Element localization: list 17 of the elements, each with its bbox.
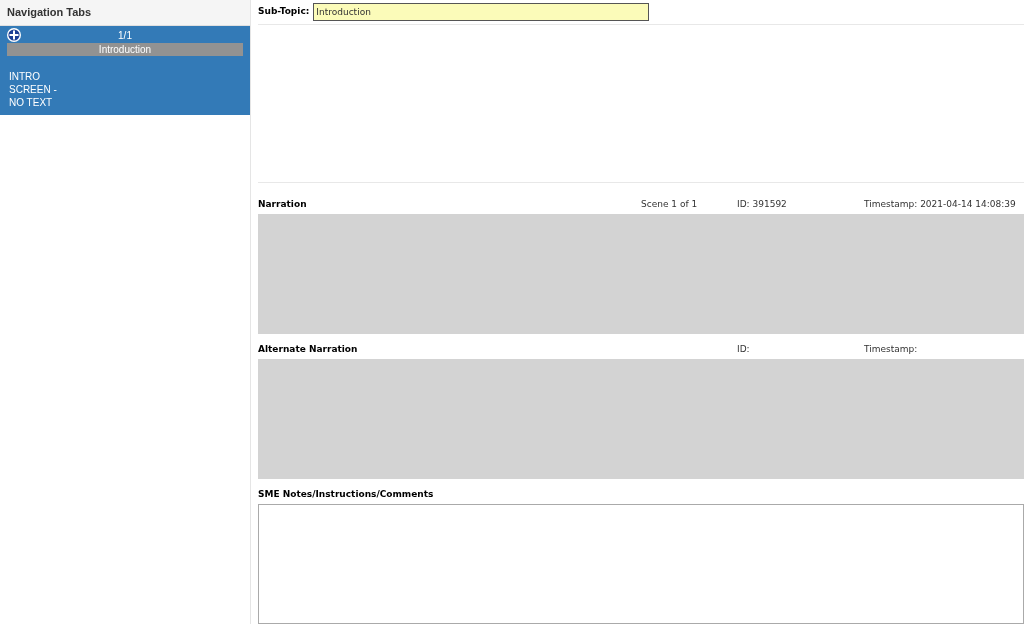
tab-counter: 1/1: [117, 28, 133, 43]
text-area[interactable]: [258, 504, 1024, 624]
section-title: Alternate Narration: [258, 343, 359, 357]
sub-topic-label: Sub-Topic:: [258, 5, 310, 19]
scene-counter: Scene 1 of 1: [641, 199, 698, 210]
section-title: Narration: [258, 198, 308, 212]
sidebar-title: Navigation Tabs: [7, 5, 92, 21]
timestamp: Timestamp: 2021-04-14 14:08:39: [864, 199, 1016, 210]
sub-topic-field[interactable]: Introduction: [313, 2, 650, 21]
record-id: ID:: [737, 344, 750, 355]
record-id: ID: 391592: [737, 199, 787, 210]
section-title: SME Notes/Instructions/Comments: [258, 488, 435, 502]
timestamp: Timestamp:: [864, 344, 918, 355]
navigation-tab[interactable]: 1/1 Introduction INTRO SCREEN - NO TEXT: [0, 26, 250, 115]
plus-icon[interactable]: [7, 28, 21, 42]
tab-label: Introduction: [7, 43, 243, 56]
tab-description: INTRO SCREEN - NO TEXT: [8, 70, 58, 109]
